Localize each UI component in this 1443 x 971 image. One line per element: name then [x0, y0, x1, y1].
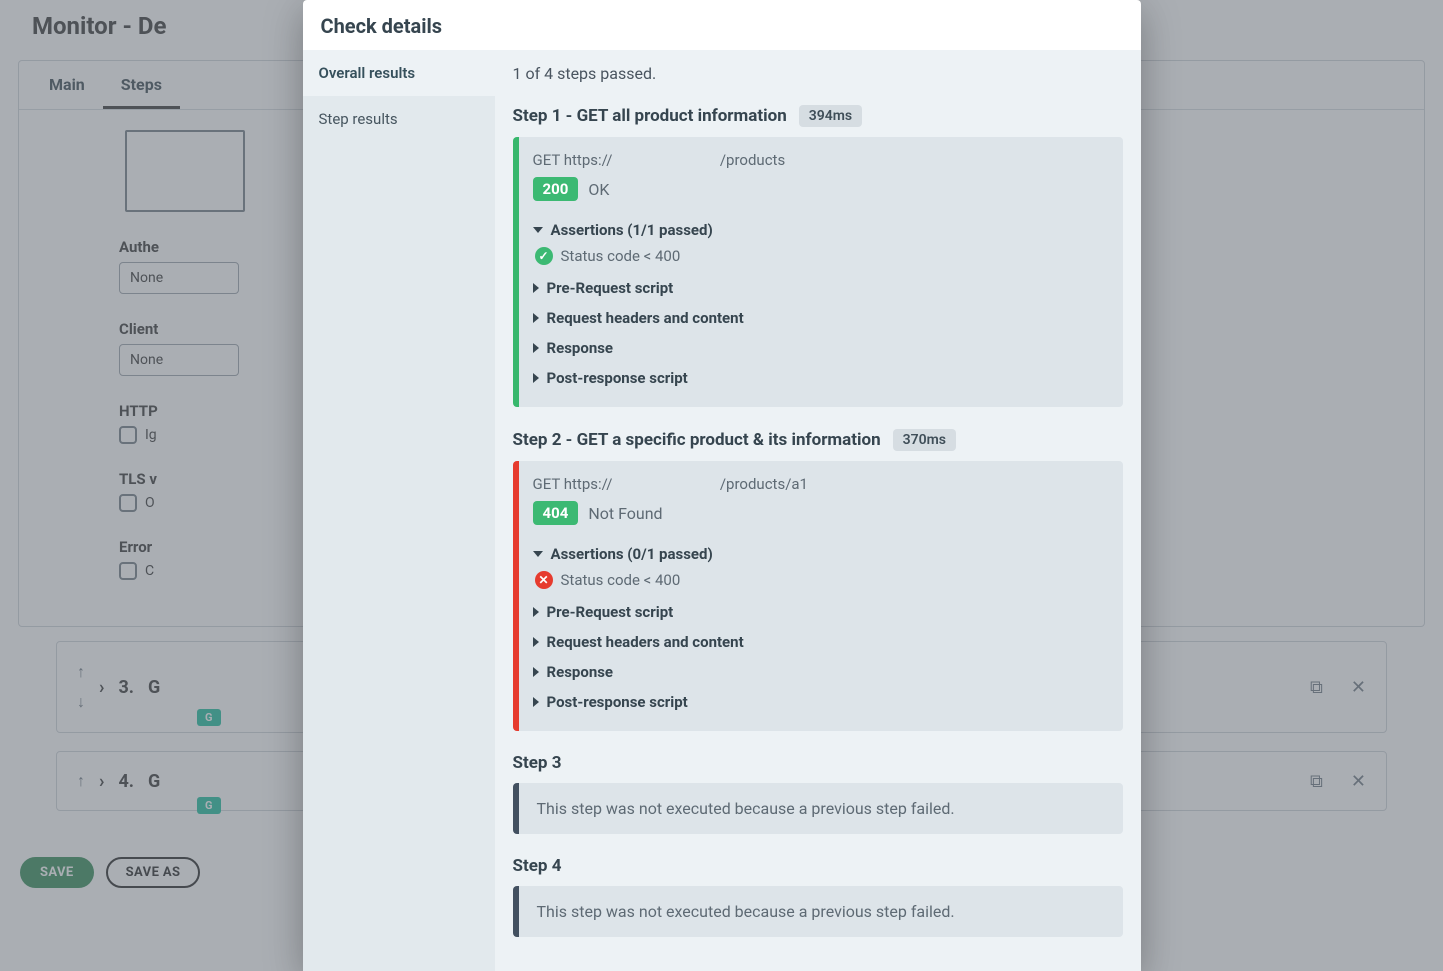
request-line: GET https:// /products/a1 — [533, 475, 1105, 493]
step-card: GET https:// /products 200 OK Assertions… — [513, 137, 1123, 407]
assertions-header: Assertions (0/1 passed) — [551, 545, 713, 563]
section-label: Post-response script — [547, 369, 688, 387]
section-label: Response — [547, 663, 614, 681]
chevron-right-icon — [533, 343, 539, 353]
modal-content[interactable]: 1 of 4 steps passed. Step 1 - GET all pr… — [495, 50, 1141, 971]
step-block-2: Step 2 - GET a specific product & its in… — [495, 421, 1141, 745]
x-circle-icon: ✕ — [535, 571, 553, 589]
assertions-header: Assertions (1/1 passed) — [551, 221, 713, 239]
step-card-skipped: This step was not executed because a pre… — [513, 886, 1123, 937]
chevron-down-icon — [533, 227, 543, 233]
status-text: OK — [588, 180, 609, 199]
status-code: 404 — [533, 501, 579, 525]
assertion-row: ✓ Status code < 400 — [533, 245, 1105, 273]
chevron-right-icon — [533, 607, 539, 617]
headers-toggle[interactable]: Request headers and content — [533, 303, 1105, 333]
step-title: Step 1 - GET all product information — [513, 106, 787, 126]
step-block-1: Step 1 - GET all product information 394… — [495, 97, 1141, 421]
chevron-right-icon — [533, 667, 539, 677]
assertions-toggle[interactable]: Assertions (1/1 passed) — [533, 215, 1105, 245]
check-details-modal: Check details Overall results Step resul… — [303, 0, 1141, 971]
modal-sidebar: Overall results Step results — [303, 50, 495, 971]
request-line: GET https:// /products — [533, 151, 1105, 169]
assertion-row: ✕ Status code < 400 — [533, 569, 1105, 597]
step-block-3: Step 3 This step was not executed becaus… — [495, 745, 1141, 848]
status-text: Not Found — [588, 504, 662, 523]
req-prefix: GET https:// — [533, 475, 613, 493]
prereq-toggle[interactable]: Pre-Request script — [533, 273, 1105, 303]
chevron-right-icon — [533, 637, 539, 647]
section-label: Pre-Request script — [547, 279, 674, 297]
sidebar-item-overall[interactable]: Overall results — [303, 50, 495, 96]
section-label: Post-response script — [547, 693, 688, 711]
step-card-skipped: This step was not executed because a pre… — [513, 783, 1123, 834]
chevron-right-icon — [533, 373, 539, 383]
chevron-down-icon — [533, 551, 543, 557]
skip-message: This step was not executed because a pre… — [519, 783, 1123, 834]
prereq-toggle[interactable]: Pre-Request script — [533, 597, 1105, 627]
section-label: Request headers and content — [547, 309, 744, 327]
summary-text: 1 of 4 steps passed. — [495, 50, 1141, 97]
chevron-right-icon — [533, 283, 539, 293]
postresp-toggle[interactable]: Post-response script — [533, 363, 1105, 393]
req-prefix: GET https:// — [533, 151, 613, 169]
section-label: Pre-Request script — [547, 603, 674, 621]
step-title: Step 3 — [513, 753, 562, 773]
response-toggle[interactable]: Response — [533, 333, 1105, 363]
section-label: Response — [547, 339, 614, 357]
req-suffix: /products — [720, 151, 785, 169]
req-suffix: /products/a1 — [720, 475, 808, 493]
step-duration: 394ms — [799, 105, 862, 127]
step-title: Step 4 — [513, 856, 562, 876]
step-title: Step 2 - GET a specific product & its in… — [513, 430, 881, 450]
step-block-4: Step 4 This step was not executed becaus… — [495, 848, 1141, 951]
step-duration: 370ms — [893, 429, 956, 451]
assertion-text: Status code < 400 — [561, 571, 681, 589]
modal-title: Check details — [303, 0, 1141, 50]
response-toggle[interactable]: Response — [533, 657, 1105, 687]
assertions-toggle[interactable]: Assertions (0/1 passed) — [533, 539, 1105, 569]
step-card: GET https:// /products/a1 404 Not Found … — [513, 461, 1123, 731]
check-circle-icon: ✓ — [535, 247, 553, 265]
section-label: Request headers and content — [547, 633, 744, 651]
skip-message: This step was not executed because a pre… — [519, 886, 1123, 937]
assertion-text: Status code < 400 — [561, 247, 681, 265]
postresp-toggle[interactable]: Post-response script — [533, 687, 1105, 717]
status-code: 200 — [533, 177, 579, 201]
headers-toggle[interactable]: Request headers and content — [533, 627, 1105, 657]
chevron-right-icon — [533, 697, 539, 707]
chevron-right-icon — [533, 313, 539, 323]
modal-overlay: Check details Overall results Step resul… — [0, 0, 1443, 971]
sidebar-item-step[interactable]: Step results — [303, 96, 495, 142]
